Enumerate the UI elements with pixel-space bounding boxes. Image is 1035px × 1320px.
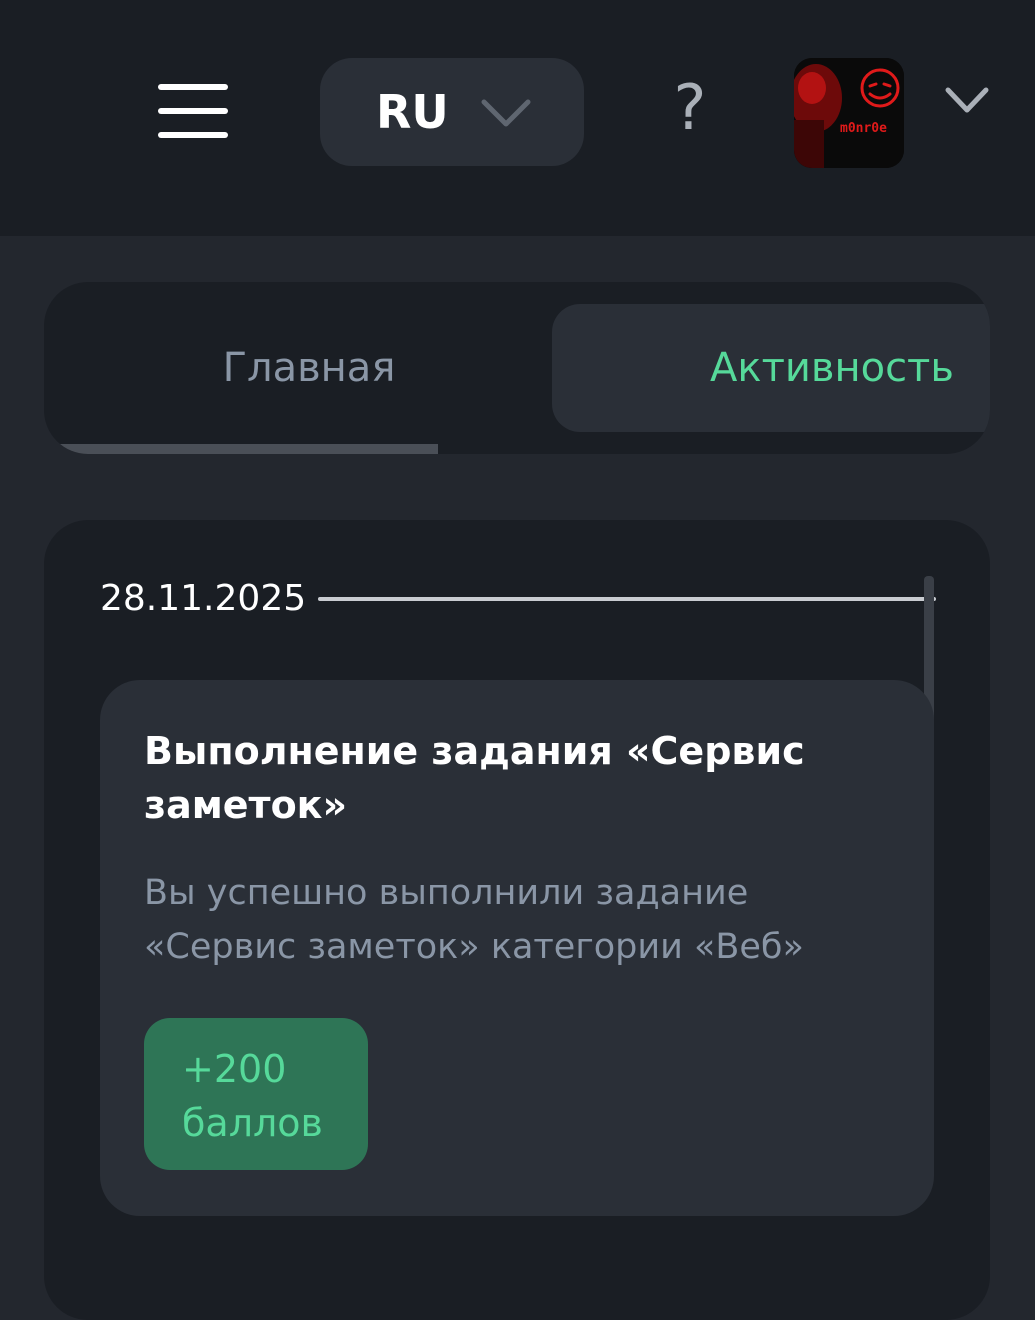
language-selector[interactable]: RU [320,58,584,166]
avatar-text: m0nr0e [840,121,887,136]
points-badge: +200 баллов [144,1018,368,1170]
tab-home[interactable]: Главная [44,282,554,454]
tab-bar: Главная Активность [44,282,990,454]
activity-card-title: Выполнение задания «Сервис заметок» [144,729,805,827]
top-header: RU ? m0nr0e [0,0,1035,236]
chevron-down-icon [481,99,531,127]
tab-activity-label: Активность [710,345,954,391]
avatar-image: m0nr0e [794,58,904,168]
tab-home-label: Главная [222,345,396,391]
activity-date: 28.11.2025 [100,578,307,619]
hamburger-menu-icon[interactable] [158,84,228,138]
activity-card-description: Вы успешно выполнили задание «Сервис зам… [144,873,804,967]
help-icon[interactable]: ? [660,72,720,144]
activity-feed: 28.11.2025 Выполнение задания «Сервис за… [44,520,990,1320]
points-badge-text: +200 баллов [182,1047,323,1145]
chevron-down-icon[interactable] [944,84,990,116]
activity-card: Выполнение задания «Сервис заметок» Вы у… [100,680,934,1216]
avatar[interactable]: m0nr0e [794,58,904,168]
date-divider [318,597,936,601]
tab-activity[interactable]: Активность [552,304,990,432]
language-label: RU [376,85,449,139]
tab-scroll-indicator [44,444,438,454]
